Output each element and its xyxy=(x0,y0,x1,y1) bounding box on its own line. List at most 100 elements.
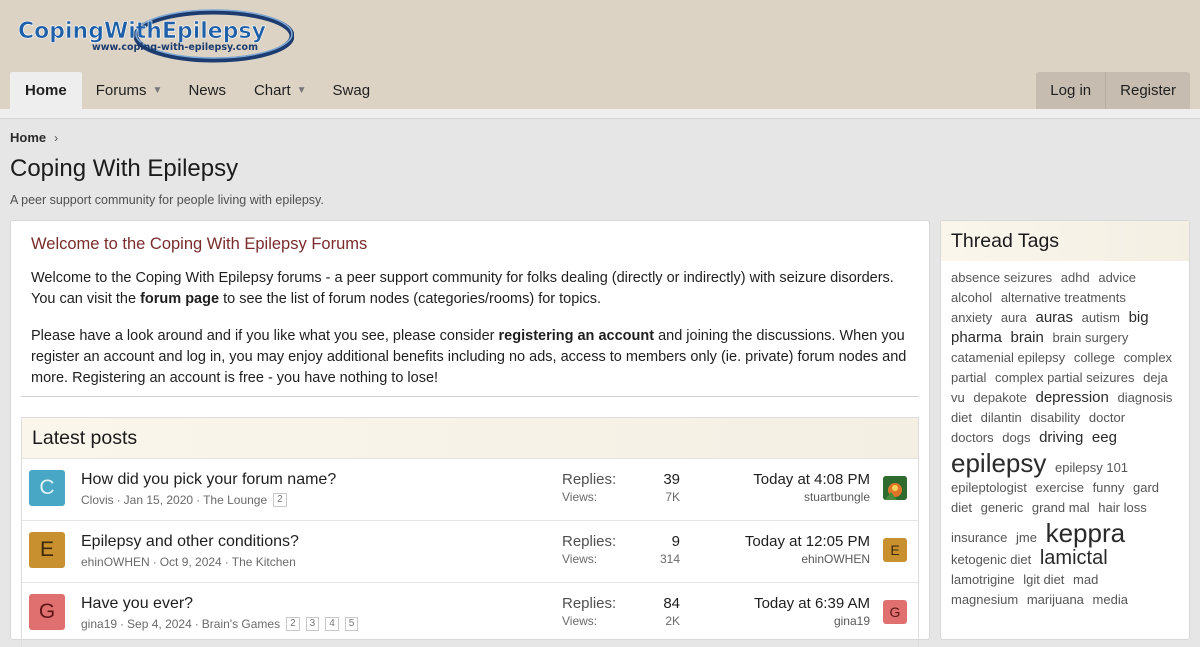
thread-row[interactable]: G Have you ever? gina19 · Sep 4, 2024 · … xyxy=(22,583,918,645)
thread-tag[interactable]: depression xyxy=(1035,389,1108,406)
thread-tag[interactable]: advice xyxy=(1098,270,1136,285)
register-account-link[interactable]: registering an account xyxy=(499,328,655,344)
thread-tag[interactable]: generic xyxy=(981,500,1024,515)
nav-tab-chart[interactable]: Chart xyxy=(240,72,305,109)
thread-author[interactable]: gina19 xyxy=(81,617,117,631)
thread-forum[interactable]: The Kitchen xyxy=(232,555,296,569)
site-logo[interactable]: CopingWithEpilepsy www.coping-with-epile… xyxy=(14,8,295,66)
last-post-time[interactable]: Today at 12:05 PM xyxy=(690,533,870,550)
last-poster-name[interactable]: gina19 xyxy=(690,614,870,628)
thread-row[interactable]: C How did you pick your forum name? Clov… xyxy=(22,459,918,521)
login-label: Log in xyxy=(1050,82,1092,99)
thread-tag[interactable]: lgit diet xyxy=(1023,572,1064,587)
page-jump-link[interactable]: 2 xyxy=(273,493,287,507)
thread-tag[interactable]: anxiety xyxy=(951,310,992,325)
thread-author[interactable]: ehinOWHEN xyxy=(81,555,150,569)
thread-tag[interactable]: jme xyxy=(1016,530,1037,545)
nav-tab-news[interactable]: News xyxy=(174,72,240,109)
author-avatar[interactable]: C xyxy=(29,470,65,506)
thread-tag[interactable]: media xyxy=(1093,592,1128,607)
page-jump-link[interactable]: 3 xyxy=(305,617,320,631)
thread-tag[interactable]: magnesium xyxy=(951,592,1018,607)
thread-tag[interactable]: hair loss xyxy=(1098,500,1146,515)
thread-tag[interactable]: epilepsy 101 xyxy=(1055,460,1128,475)
last-poster-avatar[interactable]: E xyxy=(883,538,907,562)
thread-tag[interactable]: diet xyxy=(951,410,972,425)
thread-tag[interactable]: alternative treatments xyxy=(1001,290,1126,305)
latest-posts: Latest posts C How did you pick your for… xyxy=(21,417,919,647)
thread-tag[interactable]: brain xyxy=(1010,329,1043,346)
thread-tag[interactable]: disability xyxy=(1030,410,1080,425)
author-avatar[interactable]: E xyxy=(29,532,65,568)
forums-dropdown-caret-icon[interactable]: ▼ xyxy=(153,72,175,109)
thread-tag[interactable]: epilepsy xyxy=(951,448,1046,478)
page-jump-link[interactable]: 2 xyxy=(286,617,300,631)
forum-page-link[interactable]: forum page xyxy=(140,291,219,307)
thread-tag[interactable]: keppra xyxy=(1046,518,1126,548)
thread-tag[interactable]: doctor xyxy=(1089,410,1125,425)
last-poster-avatar[interactable] xyxy=(883,476,907,500)
thread-tag[interactable]: deja xyxy=(1143,370,1168,385)
thread-tag[interactable]: exercise xyxy=(1036,480,1084,495)
last-post-time[interactable]: Today at 4:08 PM xyxy=(690,471,870,488)
nav-tab-swag[interactable]: Swag xyxy=(319,72,385,109)
thread-tag[interactable]: driving xyxy=(1039,429,1083,446)
thread-tag[interactable]: pharma xyxy=(951,329,1002,346)
nav-tab-forums[interactable]: Forums xyxy=(82,72,161,109)
page-jump-link[interactable]: 4 xyxy=(325,617,339,631)
last-poster-name[interactable]: stuartbungle xyxy=(690,490,870,504)
thread-tag[interactable]: grand mal xyxy=(1032,500,1090,515)
thread-tag[interactable]: catamenial epilepsy xyxy=(951,350,1065,365)
thread-tag[interactable]: diet xyxy=(951,500,972,515)
thread-tag[interactable]: lamictal xyxy=(1040,547,1108,569)
thread-tag[interactable]: insurance xyxy=(951,530,1007,545)
thread-tag[interactable]: ketogenic diet xyxy=(951,552,1031,567)
thread-tag[interactable]: brain surgery xyxy=(1052,330,1128,345)
thread-tag[interactable]: autism xyxy=(1082,310,1120,325)
thread-title-link[interactable]: Have you ever? xyxy=(81,595,193,613)
thread-tag[interactable]: aura xyxy=(1001,310,1027,325)
login-button[interactable]: Log in xyxy=(1036,72,1105,109)
thread-tag[interactable]: marijuana xyxy=(1027,592,1084,607)
thread-tag[interactable]: auras xyxy=(1035,309,1073,326)
thread-tag[interactable]: epileptologist xyxy=(951,480,1027,495)
thread-tag[interactable]: big xyxy=(1129,309,1149,326)
last-poster-avatar[interactable]: G xyxy=(883,600,907,624)
thread-tag[interactable]: alcohol xyxy=(951,290,992,305)
nav-tab-home[interactable]: Home xyxy=(10,72,82,109)
thread-tag[interactable]: mad xyxy=(1073,572,1098,587)
author-avatar[interactable]: G xyxy=(29,594,65,630)
nav-tab-label: Forums xyxy=(95,82,147,99)
last-post-time[interactable]: Today at 6:39 AM xyxy=(690,595,870,612)
thread-tag[interactable]: funny xyxy=(1093,480,1125,495)
meta-separator: · xyxy=(194,617,199,631)
thread-tag[interactable]: lamotrigine xyxy=(951,572,1015,587)
thread-tag[interactable]: college xyxy=(1074,350,1115,365)
last-poster-name[interactable]: ehinOWHEN xyxy=(690,552,870,566)
thread-tag[interactable]: adhd xyxy=(1061,270,1090,285)
thread-tag[interactable]: eeg xyxy=(1092,429,1117,446)
thread-tag[interactable]: vu xyxy=(951,390,965,405)
thread-tag[interactable]: absence seizures xyxy=(951,270,1052,285)
account-nav: Log in Register xyxy=(1036,72,1190,109)
thread-tag[interactable]: complex partial seizures xyxy=(995,370,1134,385)
thread-tag[interactable]: diagnosis xyxy=(1118,390,1173,405)
breadcrumb-home[interactable]: Home xyxy=(10,130,46,145)
thread-tag[interactable]: depakote xyxy=(973,390,1027,405)
register-button[interactable]: Register xyxy=(1106,72,1190,109)
thread-list: C How did you pick your forum name? Clov… xyxy=(22,459,918,645)
thread-forum[interactable]: Brain's Games xyxy=(202,617,280,631)
page-jump-link[interactable]: 5 xyxy=(344,617,359,631)
thread-title-link[interactable]: Epilepsy and other conditions? xyxy=(81,533,299,551)
thread-tag[interactable]: partial xyxy=(951,370,986,385)
chart-dropdown-caret-icon[interactable]: ▼ xyxy=(297,72,319,109)
thread-author[interactable]: Clovis xyxy=(81,493,114,507)
thread-tag[interactable]: complex xyxy=(1124,350,1172,365)
thread-title-link[interactable]: How did you pick your forum name? xyxy=(81,471,336,489)
thread-tag[interactable]: doctors xyxy=(951,430,994,445)
thread-forum[interactable]: The Lounge xyxy=(203,493,267,507)
thread-row[interactable]: E Epilepsy and other conditions? ehinOWH… xyxy=(22,521,918,583)
thread-tag[interactable]: gard xyxy=(1133,480,1159,495)
thread-tag[interactable]: dogs xyxy=(1002,430,1030,445)
thread-tag[interactable]: dilantin xyxy=(981,410,1022,425)
